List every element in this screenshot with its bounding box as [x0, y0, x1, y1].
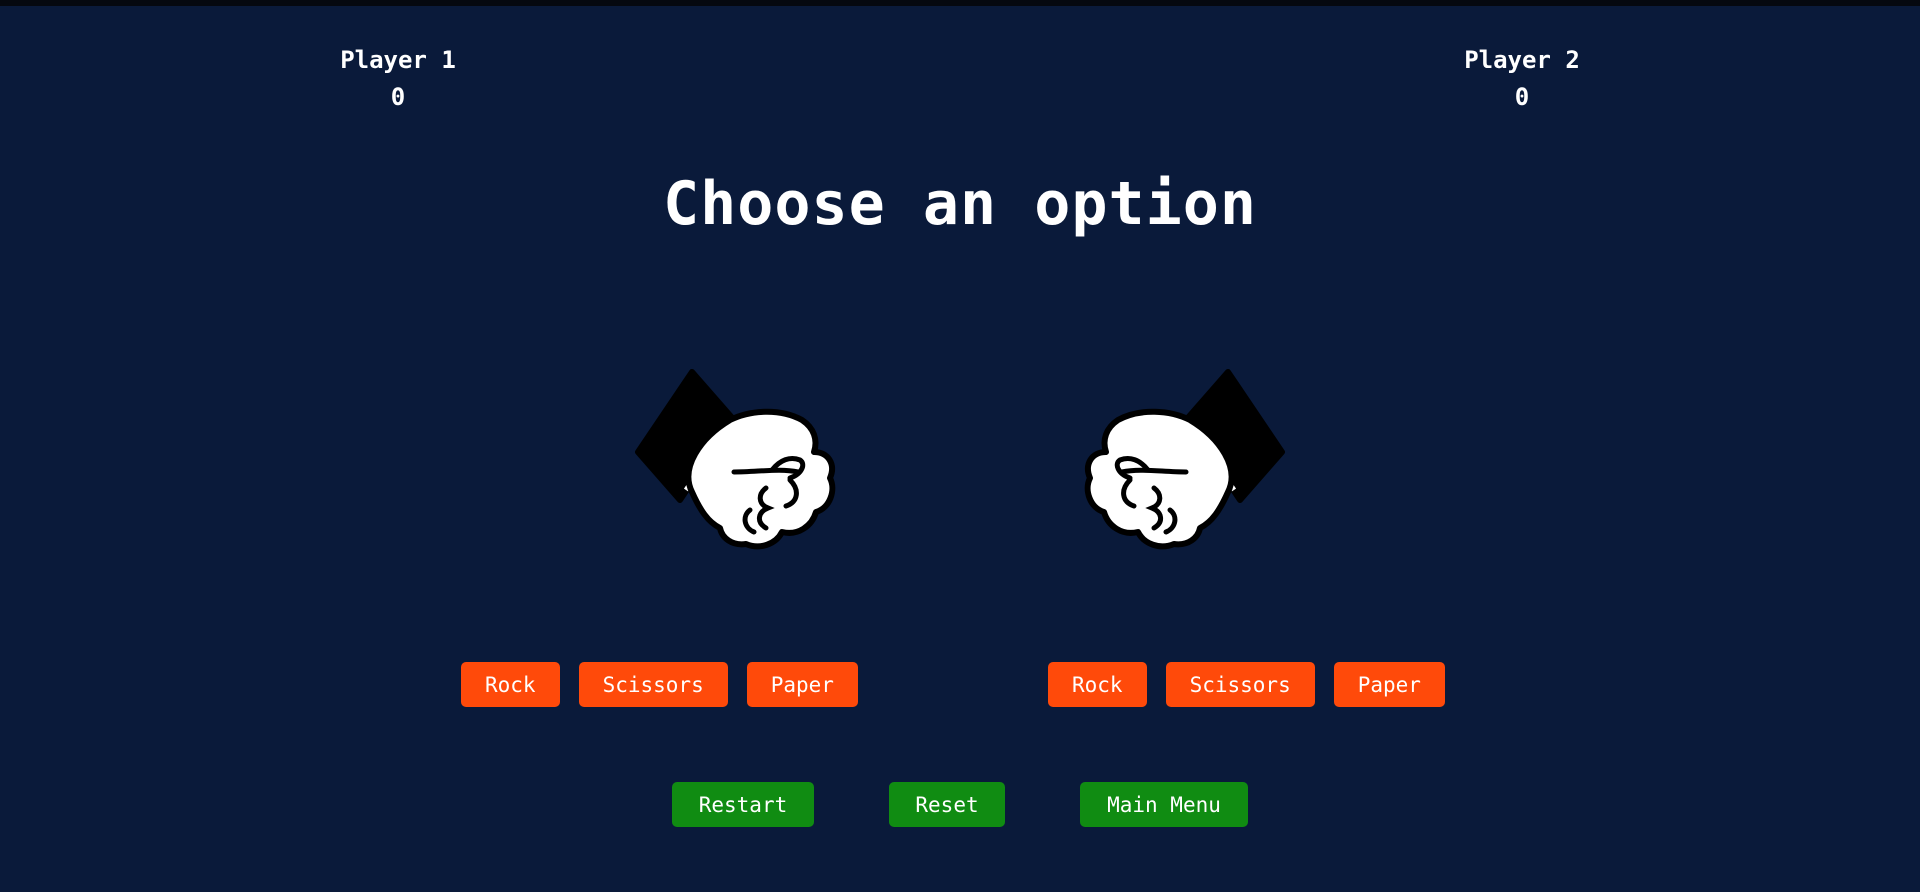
top-strip — [0, 0, 1920, 6]
player1-hand — [630, 360, 850, 560]
player2-name: Player 2 — [1464, 46, 1580, 74]
player1-score: 0 — [390, 83, 406, 111]
player2-score-panel: Player 2 0 — [1422, 42, 1622, 116]
player2-choice-buttons: Rock Scissors Paper — [1048, 662, 1445, 707]
player2-paper-button[interactable]: Paper — [1333, 662, 1445, 707]
rock-fist-icon — [635, 369, 836, 550]
reset-button[interactable]: Reset — [889, 782, 1005, 827]
player1-rock-button[interactable]: Rock — [461, 662, 560, 707]
player2-score: 0 — [1514, 83, 1530, 111]
player2-rock-button[interactable]: Rock — [1048, 662, 1147, 707]
player1-scissors-button[interactable]: Scissors — [578, 662, 728, 707]
player1-paper-button[interactable]: Paper — [746, 662, 858, 707]
game-controls: Restart Reset Main Menu — [0, 782, 1920, 827]
player1-score-panel: Player 1 0 — [298, 42, 498, 116]
page-title: Choose an option — [663, 169, 1257, 239]
player1-choice-buttons: Rock Scissors Paper — [461, 662, 858, 707]
rock-fist-icon — [1084, 369, 1285, 550]
player2-hand — [1070, 360, 1290, 560]
player2-scissors-button[interactable]: Scissors — [1165, 662, 1315, 707]
main-menu-button[interactable]: Main Menu — [1080, 782, 1248, 827]
player1-name: Player 1 — [340, 46, 456, 74]
restart-button[interactable]: Restart — [672, 782, 814, 827]
